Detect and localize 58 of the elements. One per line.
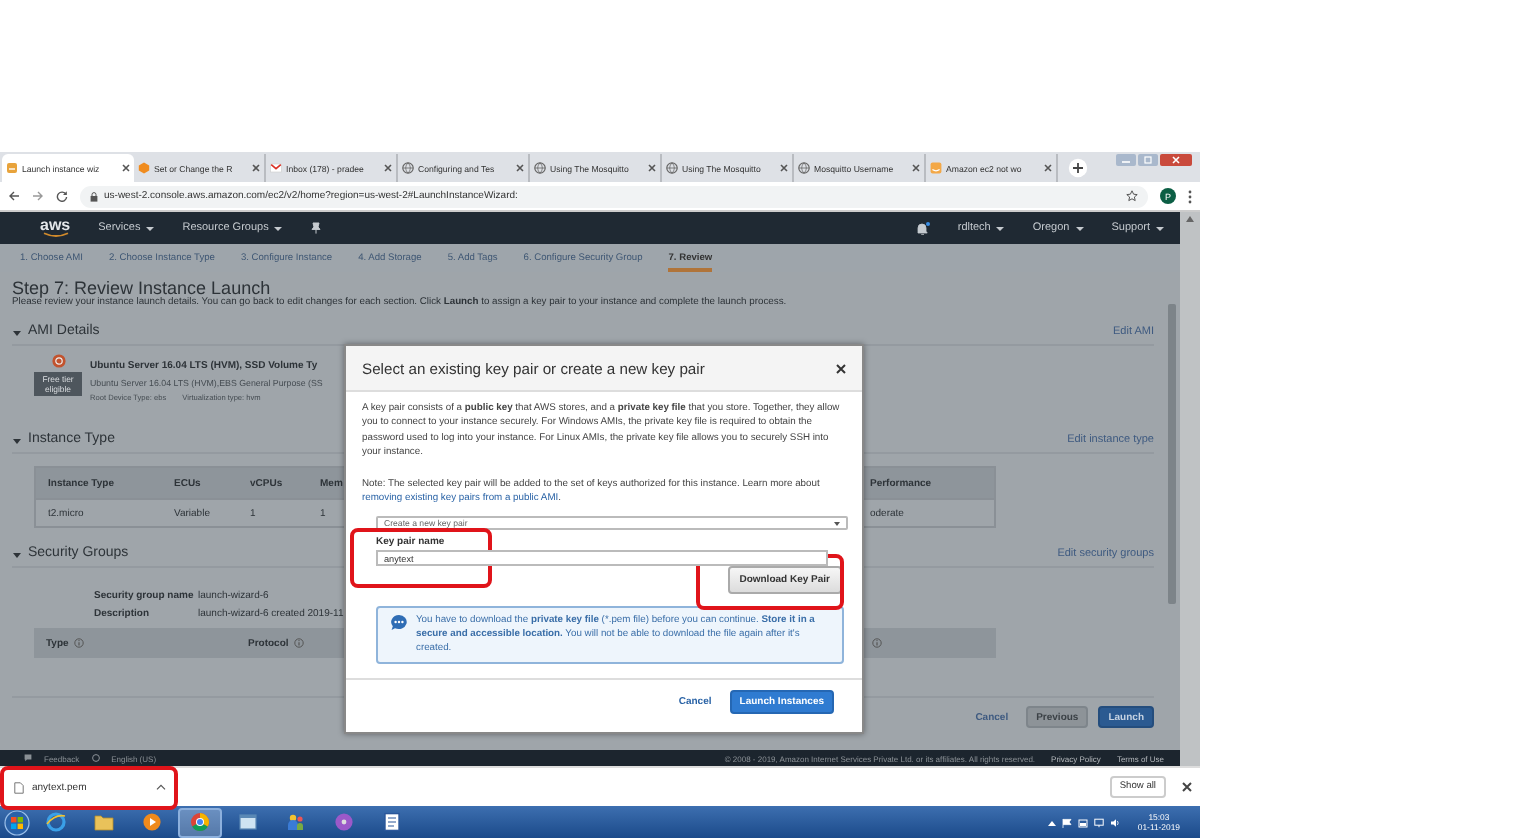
caret-up-icon[interactable] (156, 784, 166, 790)
caret-icon (146, 225, 155, 231)
window-icon (238, 812, 258, 832)
back-arrow-icon[interactable] (8, 190, 20, 202)
aws-logo[interactable]: aws (40, 218, 71, 238)
globe-icon (91, 753, 100, 761)
close-icon[interactable] (122, 164, 130, 172)
disc-icon (334, 812, 354, 832)
close-icon[interactable] (912, 164, 920, 172)
forward-arrow-icon[interactable] (32, 190, 44, 202)
close-icon[interactable] (1044, 164, 1052, 172)
close-icon[interactable] (648, 164, 656, 172)
dropdown-caret-icon (834, 521, 840, 526)
close-icon[interactable] (516, 164, 524, 172)
monitor-icon[interactable] (1093, 817, 1104, 827)
envelope-icon (270, 162, 282, 174)
caret-icon[interactable] (12, 435, 22, 445)
hexagon-icon (138, 162, 150, 174)
document-icon (382, 812, 402, 832)
folder-icon (94, 812, 114, 832)
caret-icon (1156, 225, 1164, 231)
pin-icon[interactable] (310, 222, 323, 234)
caret-icon[interactable] (12, 549, 22, 559)
page-heading: Step 7: Review Instance Launch (12, 278, 271, 298)
play-icon (142, 812, 162, 832)
caret-icon (1075, 225, 1084, 231)
globe-icon (798, 162, 810, 174)
flag-icon[interactable] (1061, 817, 1072, 827)
reload-icon[interactable] (56, 190, 68, 202)
globe-icon (534, 162, 546, 174)
people-icon (286, 812, 306, 832)
new-tab-icon[interactable] (1068, 158, 1088, 178)
speech-bubble-icon (390, 614, 408, 633)
globe-icon (666, 162, 678, 174)
caret-icon (996, 225, 1005, 231)
globe-icon (46, 812, 66, 832)
scrollbar-thumb[interactable] (1168, 304, 1176, 604)
lock-icon (90, 191, 98, 201)
start-orb-icon[interactable] (4, 809, 30, 835)
file-icon (14, 781, 24, 793)
scrollbar[interactable] (1180, 212, 1200, 766)
logo-icon (930, 162, 942, 174)
speaker-icon[interactable] (1109, 817, 1120, 827)
close-icon[interactable] (384, 164, 392, 172)
globe-icon (402, 162, 414, 174)
bell-icon[interactable] (915, 221, 930, 235)
scroll-up-arrow-icon[interactable] (1186, 216, 1194, 222)
close-icon[interactable] (780, 164, 788, 172)
caret-icon (274, 225, 283, 231)
ubuntu-logo-icon (51, 354, 65, 368)
chrome-logo-icon (190, 812, 210, 832)
close-icon[interactable] (252, 164, 260, 172)
star-icon[interactable] (1126, 190, 1138, 202)
close-icon[interactable] (836, 363, 846, 373)
caret-up-icon[interactable] (1047, 819, 1056, 825)
close-icon[interactable] (1182, 782, 1192, 792)
caret-icon[interactable] (12, 327, 22, 337)
speech-bubble-icon (24, 753, 32, 761)
